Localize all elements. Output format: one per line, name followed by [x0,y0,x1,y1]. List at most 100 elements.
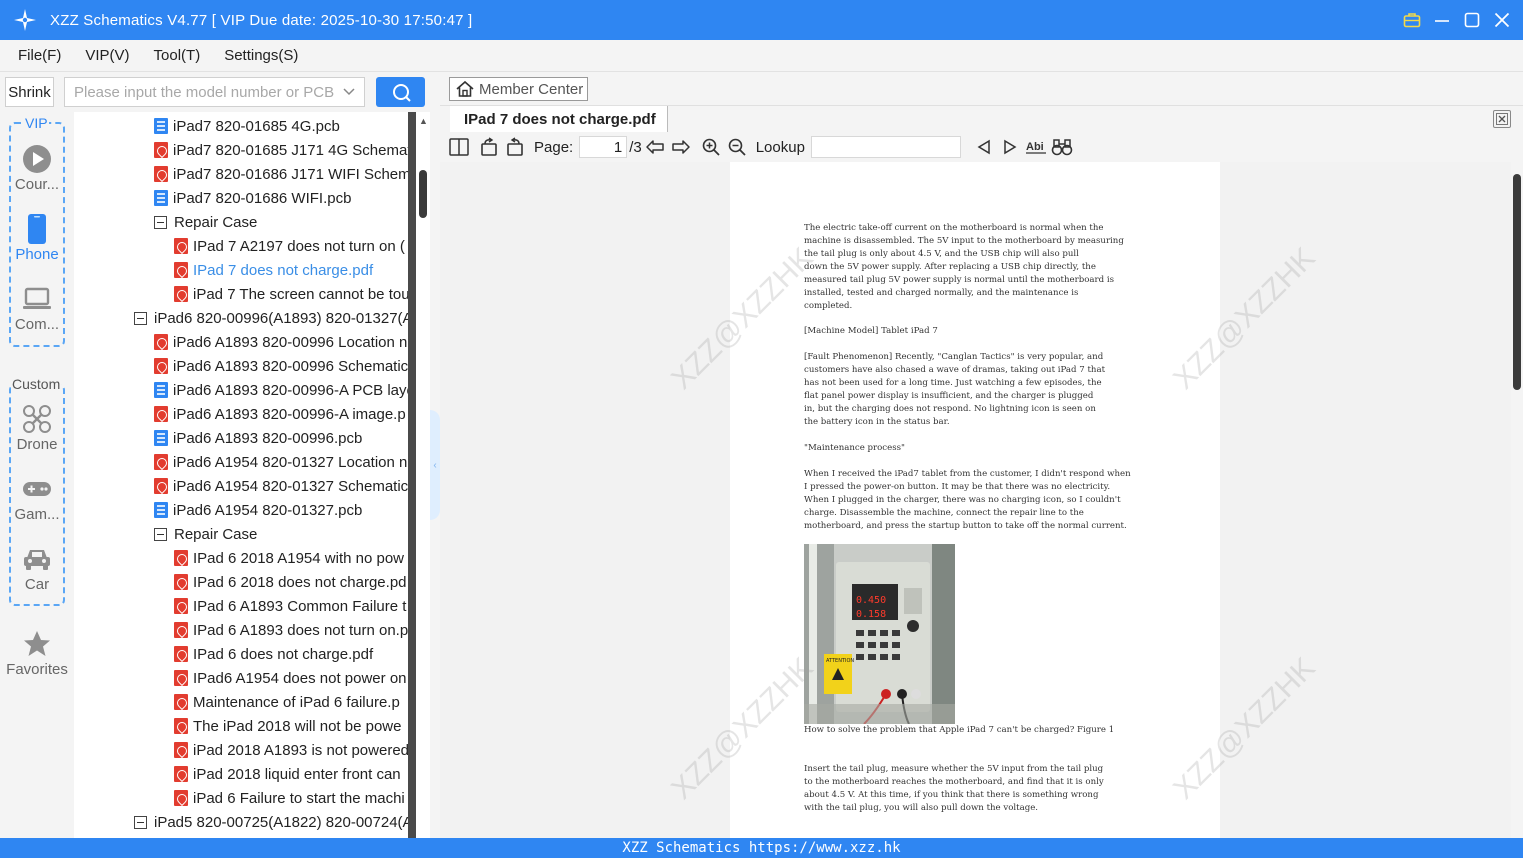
menu-tool[interactable]: Tool(T) [146,43,201,68]
pdf-paragraph: Insert the tail plug, measure whether th… [804,764,1104,813]
minimize-button[interactable] [1431,9,1453,31]
app-logo-icon [0,0,50,40]
display-voltage: 0.450 [856,595,886,606]
pdf-file-icon [174,742,188,758]
tree-item-pdf[interactable]: The iPad 2018 will not be powe [174,714,401,738]
tree-item-pdf[interactable]: iPad 2018 A1893 is not powered [174,738,409,762]
next-page-icon[interactable] [668,134,694,160]
collapse-panel-icon[interactable]: ‹ [430,410,440,520]
tree-item-pdf[interactable]: iPad 2018 liquid enter front can [174,762,401,786]
maximize-button[interactable] [1461,9,1483,31]
tree-item-pcb[interactable]: iPad6 A1893 820-00996.pcb [154,426,362,450]
vip-briefcase-icon[interactable] [1401,9,1423,31]
tree-item-pdf[interactable]: iPad6 A1893 820-00996 Schematic [154,354,408,378]
match-case-icon[interactable]: Abi [1023,134,1049,160]
tree-item-pdf[interactable]: IPad 6 2018 A1954 with no pow [174,546,404,570]
tree-scroll-track [408,112,416,838]
tree-item-pdf[interactable]: IPad 7 A2197 does not turn on ( [174,234,405,258]
find-previous-icon[interactable] [971,134,997,160]
scroll-up-icon[interactable]: ▲ [419,116,428,126]
tree-item-pdf[interactable]: iPad7 820-01686 J171 WIFI Schema [154,162,416,186]
rotate-right-icon[interactable] [502,134,528,160]
shrink-button[interactable]: Shrink [5,77,54,107]
member-center-button[interactable]: Member Center [449,77,588,101]
pcb-file-icon [154,190,168,206]
tree-item-pcb[interactable]: iPad7 820-01685 4G.pcb [154,114,340,138]
tree-item-pdf[interactable]: iPad6 A1893 820-00996 Location n [154,330,407,354]
pdf-viewport[interactable]: The electric take-off current on the mot… [440,162,1511,838]
tree-label: iPad6 A1893 820-00996 Location n [173,333,408,351]
collapse-icon[interactable] [154,527,167,541]
tree-folder[interactable]: iPad5 820-00725(A1822) 820-00724(A [134,810,413,834]
tree-item-pcb[interactable]: iPad6 A1954 820-01327.pcb [154,498,362,522]
tree-item-pdf[interactable]: IPad 6 A1893 Common Failure t [174,594,406,618]
zoom-out-icon[interactable] [724,134,750,160]
search-button[interactable] [376,77,425,107]
pdf-scroll-thumb[interactable] [1513,174,1521,390]
tree-item-pcb[interactable]: iPad6 A1893 820-00996-A PCB laye [154,378,415,402]
page-label: Page: [534,138,574,156]
tree-item-pdf[interactable]: IPad6 A1954 does not power on [174,666,407,690]
tree-item-pdf[interactable]: IPad 6 2018 does not charge.pd [174,570,407,594]
tree-label: iPad6 A1954 820-01327.pcb [173,501,363,519]
tree-scroll-thumb[interactable] [419,170,427,218]
pdf-paragraph: When I received the iPad7 tablet from th… [804,469,1131,531]
tree-item-pdf[interactable]: iPad 7 The screen cannot be tou [174,282,410,306]
search-input[interactable]: Please input the model number or PCB [64,77,365,107]
tree-folder[interactable]: Repair Case [154,210,257,234]
pdf-scrollbar[interactable] [1511,162,1523,838]
tree-item-pdf[interactable]: IPad 7 does not charge.pdf [174,258,373,282]
close-tabs-icon[interactable] [1493,110,1511,128]
file-tree: iPad7 820-01685 4G.pcb iPad7 820-01685 J1… [74,112,416,838]
chevron-down-icon[interactable] [342,85,356,103]
close-button[interactable] [1491,9,1513,31]
rail-item-games[interactable]: Gam... [0,472,74,523]
tree-label: iPad6 A1893 820-00996-A image.p [173,405,406,423]
tree-label: iPad7 820-01686 J171 WIFI Schema [173,165,416,183]
rail-item-drone[interactable]: Drone [0,402,74,453]
tree-item-pdf[interactable]: IPad 6 A1893 does not turn on.p [174,618,408,642]
tree-folder[interactable]: Repair Case [154,522,257,546]
page-number-input[interactable]: 1 [579,136,628,158]
attention-sticker: ATTENTION [826,658,854,664]
document-tab[interactable]: IPad 7 does not charge.pdf [450,106,668,132]
zoom-in-icon[interactable] [698,134,724,160]
menu-settings[interactable]: Settings(S) [216,43,298,68]
menu-file[interactable]: File(F) [10,43,61,68]
tree-item-pdf[interactable]: iPad 6 Failure to start the machi [174,786,405,810]
menu-vip[interactable]: VIP(V) [77,43,129,68]
previous-page-icon[interactable] [642,134,668,160]
find-binoculars-icon[interactable] [1049,134,1075,160]
tree-item-pdf[interactable]: iPad6 A1954 820-01327 Location n [154,450,407,474]
pdf-paragraph: The electric take-off current on the mot… [804,223,1124,311]
collapse-icon[interactable] [154,215,167,229]
collapse-icon[interactable] [134,311,147,325]
lookup-input[interactable] [810,136,961,158]
rail-item-computer[interactable]: Com... [0,282,74,333]
pdf-file-icon [174,670,188,686]
pdf-paragraph: [Machine Model] Tablet iPad 7 [804,326,938,336]
car-icon [24,550,50,570]
tree-item-pdf[interactable]: Maintenance of iPad 6 failure.p [174,690,400,714]
pdf-file-icon [174,694,188,710]
tree-label: iPad6 820-00996(A1893) 820-01327(A [154,309,413,327]
display-current: 0.158 [856,609,886,620]
pdf-file-icon [154,406,168,422]
tree-scrollbar[interactable]: ▲ [408,112,430,838]
tree-folder[interactable]: iPad6 820-00996(A1893) 820-01327(A [134,306,413,330]
tree-item-pdf[interactable]: IPad 6 does not charge.pdf [174,642,373,666]
find-next-icon[interactable] [997,134,1023,160]
collapse-icon[interactable] [134,815,147,829]
tree-item-pdf[interactable]: iPad6 A1893 820-00996-A image.p [154,402,406,426]
tree-item-pdf[interactable]: iPad7 820-01685 J171 4G Schemat [154,138,412,162]
viewer-header: Member Center [440,72,1523,106]
two-page-icon[interactable] [446,134,472,160]
rail-item-car[interactable]: Car [0,542,74,593]
panel-splitter[interactable]: ‹ [430,112,440,838]
tree-item-pcb[interactable]: iPad7 820-01686 WIFI.pcb [154,186,351,210]
rail-item-courses[interactable]: Cour... [0,142,74,193]
rail-item-favorites[interactable]: Favorites [0,627,74,678]
rotate-left-icon[interactable] [476,134,502,160]
tree-item-pdf[interactable]: iPad6 A1954 820-01327 Schematic [154,474,408,498]
rail-item-phone[interactable]: Phone [0,212,74,263]
